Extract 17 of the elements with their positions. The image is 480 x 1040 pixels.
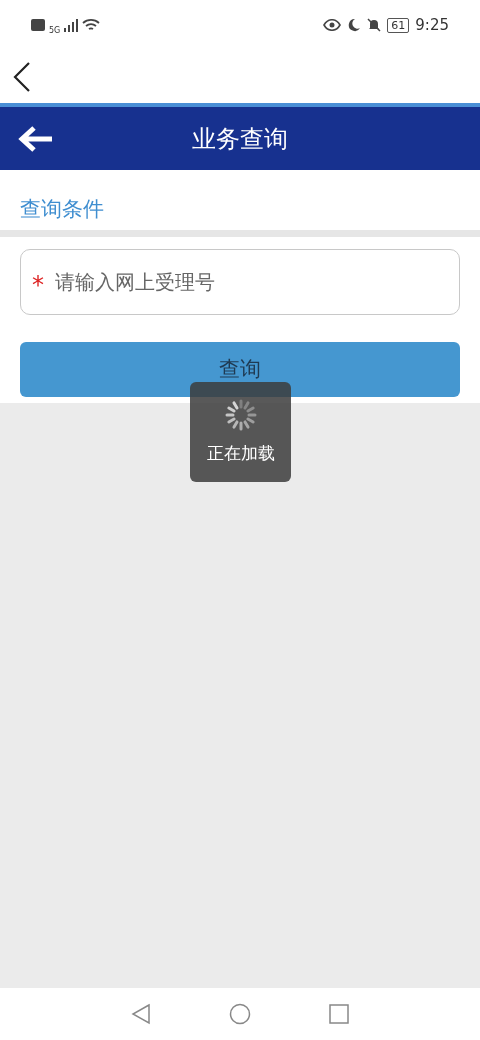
battery-indicator: 61 <box>387 17 410 33</box>
signal-icon <box>64 18 79 32</box>
search-button[interactable]: 查询 <box>20 342 460 397</box>
nav-back-button[interactable] <box>131 1003 151 1025</box>
wifi-icon <box>82 18 101 32</box>
loading-text: 正在加载 <box>206 441 275 465</box>
network-type: 5G <box>49 27 61 35</box>
back-arrow-icon[interactable] <box>18 124 54 154</box>
page-title: 业务查询 <box>192 123 288 155</box>
clock: 9:25 <box>415 14 449 36</box>
eye-icon <box>323 19 342 31</box>
section-title: 查询条件 <box>20 196 104 224</box>
home-button[interactable] <box>229 1003 251 1025</box>
moon-icon <box>347 18 362 32</box>
bell-off-icon <box>367 18 382 32</box>
required-mark: * <box>32 273 44 297</box>
recent-apps-button[interactable] <box>329 1004 349 1024</box>
